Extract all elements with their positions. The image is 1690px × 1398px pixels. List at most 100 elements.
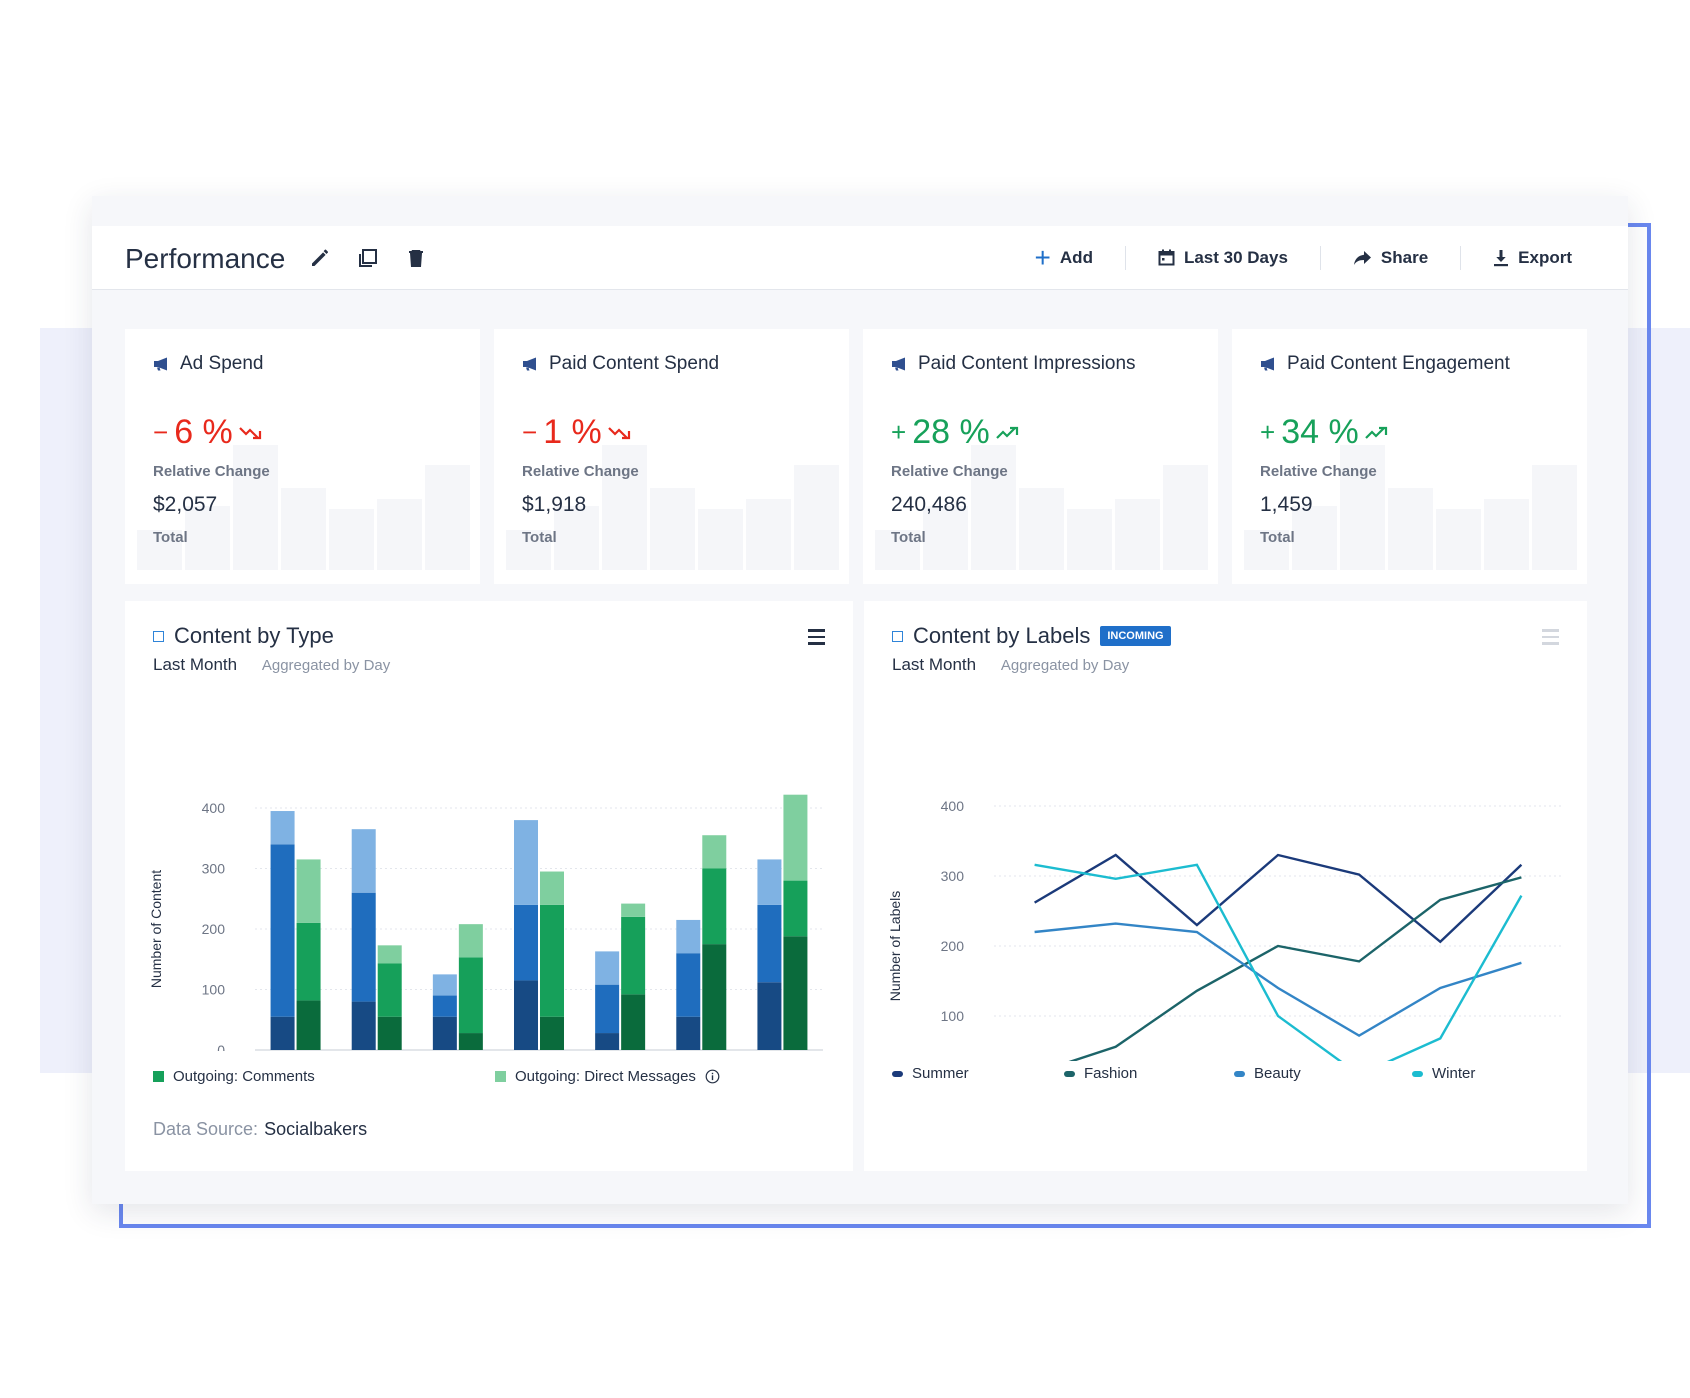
bar-segment bbox=[297, 923, 321, 1000]
export-label: Export bbox=[1518, 248, 1572, 268]
trend-down-icon bbox=[608, 425, 632, 441]
plus-icon: + bbox=[1035, 248, 1051, 268]
bar-segment bbox=[378, 945, 402, 963]
bar-segment bbox=[433, 974, 457, 995]
line-series-beauty bbox=[1035, 924, 1522, 1036]
card-title: Content by Type bbox=[153, 623, 334, 649]
trend-up-icon bbox=[1365, 425, 1389, 441]
bar-segment bbox=[271, 1017, 295, 1050]
kpi-card-paid-content-spend[interactable]: Paid Content Spend − 1 % Relative Change… bbox=[494, 329, 849, 584]
bar-segment bbox=[433, 996, 457, 1017]
y-tick-label: 0 bbox=[217, 1042, 225, 1051]
content-by-type-chart: 0100200300400Number of ContentOct 1Oct 2… bbox=[125, 691, 853, 1051]
card-title: Content by Labels INCOMING bbox=[892, 623, 1171, 649]
legend-swatch bbox=[1064, 1071, 1075, 1077]
date-range-button[interactable]: Last 30 Days bbox=[1126, 246, 1321, 270]
kpi-change-label: Relative Change bbox=[1260, 463, 1377, 480]
legend-label: Summer bbox=[912, 1065, 969, 1082]
square-icon bbox=[153, 631, 164, 642]
share-button[interactable]: Share bbox=[1321, 246, 1461, 270]
bar-segment bbox=[459, 1033, 483, 1050]
trash-icon[interactable] bbox=[404, 246, 428, 270]
content-by-labels-chart: 0100200300400Number of LabelsOct 1Oct 2O… bbox=[864, 691, 1587, 1061]
legend-label: Outgoing: Comments bbox=[173, 1068, 315, 1085]
kpi-change-value: 28 % bbox=[912, 413, 990, 452]
content-by-labels-title: Content by Labels bbox=[913, 623, 1090, 649]
aggregation-label: Aggregated by Day bbox=[1001, 657, 1129, 674]
bar-segment bbox=[595, 1033, 619, 1050]
page-title: Performance bbox=[125, 243, 285, 275]
info-icon[interactable] bbox=[705, 1069, 720, 1084]
bar-segment bbox=[621, 904, 645, 917]
card-subtitle: Last Month Aggregated by Day bbox=[892, 655, 1129, 675]
kpi-total-label: Total bbox=[522, 529, 557, 546]
kpi-header: Paid Content Spend bbox=[522, 353, 719, 375]
date-range-label: Last 30 Days bbox=[1184, 248, 1288, 268]
legend-swatch bbox=[495, 1071, 506, 1082]
megaphone-icon bbox=[1260, 357, 1277, 371]
bar-segment bbox=[757, 905, 781, 982]
megaphone-icon bbox=[522, 357, 539, 371]
bar-segment bbox=[702, 944, 726, 1050]
pencil-icon[interactable] bbox=[308, 246, 332, 270]
hamburger-menu-icon[interactable] bbox=[808, 629, 825, 649]
legend-swatch bbox=[892, 1071, 903, 1077]
period-label: Last Month bbox=[153, 655, 237, 674]
bar-segment bbox=[271, 811, 295, 844]
kpi-card-paid-content-impressions[interactable]: Paid Content Impressions + 28 % Relative… bbox=[863, 329, 1218, 584]
bar-segment bbox=[378, 963, 402, 1016]
kpi-change-sign: + bbox=[1260, 417, 1275, 448]
kpi-card-ad-spend[interactable]: Ad Spend − 6 % Relative Change $2,057 To… bbox=[125, 329, 480, 584]
kpi-change-label: Relative Change bbox=[891, 463, 1008, 480]
bar-segment bbox=[621, 917, 645, 994]
data-source: Data Source:Socialbakers bbox=[153, 1119, 367, 1140]
toolbar: + Add Last 30 Days Share Export bbox=[1003, 226, 1572, 289]
kpi-card-paid-content-engagement[interactable]: Paid Content Engagement + 34 % Relative … bbox=[1232, 329, 1587, 584]
bar-segment bbox=[297, 859, 321, 923]
kpi-change-label: Relative Change bbox=[522, 463, 639, 480]
legend-item-beauty[interactable]: Beauty bbox=[1234, 1065, 1301, 1082]
bar-segment bbox=[595, 951, 619, 984]
content-by-type-card: Content by Type Last Month Aggregated by… bbox=[125, 601, 853, 1171]
bar-segment bbox=[352, 829, 376, 893]
y-axis-label: Number of Content bbox=[148, 870, 164, 988]
trend-up-icon bbox=[996, 425, 1020, 441]
bar-segment bbox=[514, 905, 538, 981]
kpi-change: − 6 % bbox=[153, 413, 263, 452]
calendar-icon bbox=[1158, 249, 1175, 266]
kpi-change-value: 1 % bbox=[543, 413, 602, 452]
legend-item-comments[interactable]: Outgoing: Comments bbox=[153, 1068, 315, 1085]
bar-segment bbox=[433, 1017, 457, 1050]
legend-item-fashion[interactable]: Fashion bbox=[1064, 1065, 1137, 1082]
kpi-total-label: Total bbox=[891, 529, 926, 546]
kpi-change-sign: + bbox=[891, 417, 906, 448]
kpi-title: Paid Content Engagement bbox=[1287, 353, 1510, 375]
incoming-badge: INCOMING bbox=[1100, 626, 1170, 646]
add-button[interactable]: + Add bbox=[1003, 246, 1126, 270]
kpi-change-sign: − bbox=[153, 417, 168, 448]
bar-segment bbox=[514, 820, 538, 905]
y-tick-label: 200 bbox=[941, 938, 965, 954]
share-icon bbox=[1353, 250, 1372, 266]
hamburger-menu-icon[interactable] bbox=[1542, 629, 1559, 649]
bar-segment bbox=[757, 982, 781, 1050]
bar-segment bbox=[595, 985, 619, 1033]
export-button[interactable]: Export bbox=[1461, 246, 1572, 270]
y-tick-label: 100 bbox=[202, 982, 226, 998]
share-label: Share bbox=[1381, 248, 1428, 268]
legend-label: Winter bbox=[1432, 1065, 1475, 1082]
kpi-total-value: 240,486 bbox=[891, 493, 967, 517]
add-label: Add bbox=[1060, 248, 1093, 268]
content-by-type-title: Content by Type bbox=[174, 623, 334, 649]
kpi-change: + 34 % bbox=[1260, 413, 1389, 452]
legend-item-winter[interactable]: Winter bbox=[1412, 1065, 1475, 1082]
square-icon bbox=[892, 631, 903, 642]
duplicate-icon[interactable] bbox=[356, 246, 380, 270]
kpi-total-value: $1,918 bbox=[522, 493, 586, 517]
kpi-change-value: 34 % bbox=[1281, 413, 1359, 452]
legend-item-direct-messages[interactable]: Outgoing: Direct Messages bbox=[495, 1068, 720, 1085]
legend-swatch bbox=[1412, 1071, 1423, 1077]
legend-item-summer[interactable]: Summer bbox=[892, 1065, 969, 1082]
kpi-header: Ad Spend bbox=[153, 353, 263, 375]
bar-segment bbox=[621, 994, 645, 1050]
